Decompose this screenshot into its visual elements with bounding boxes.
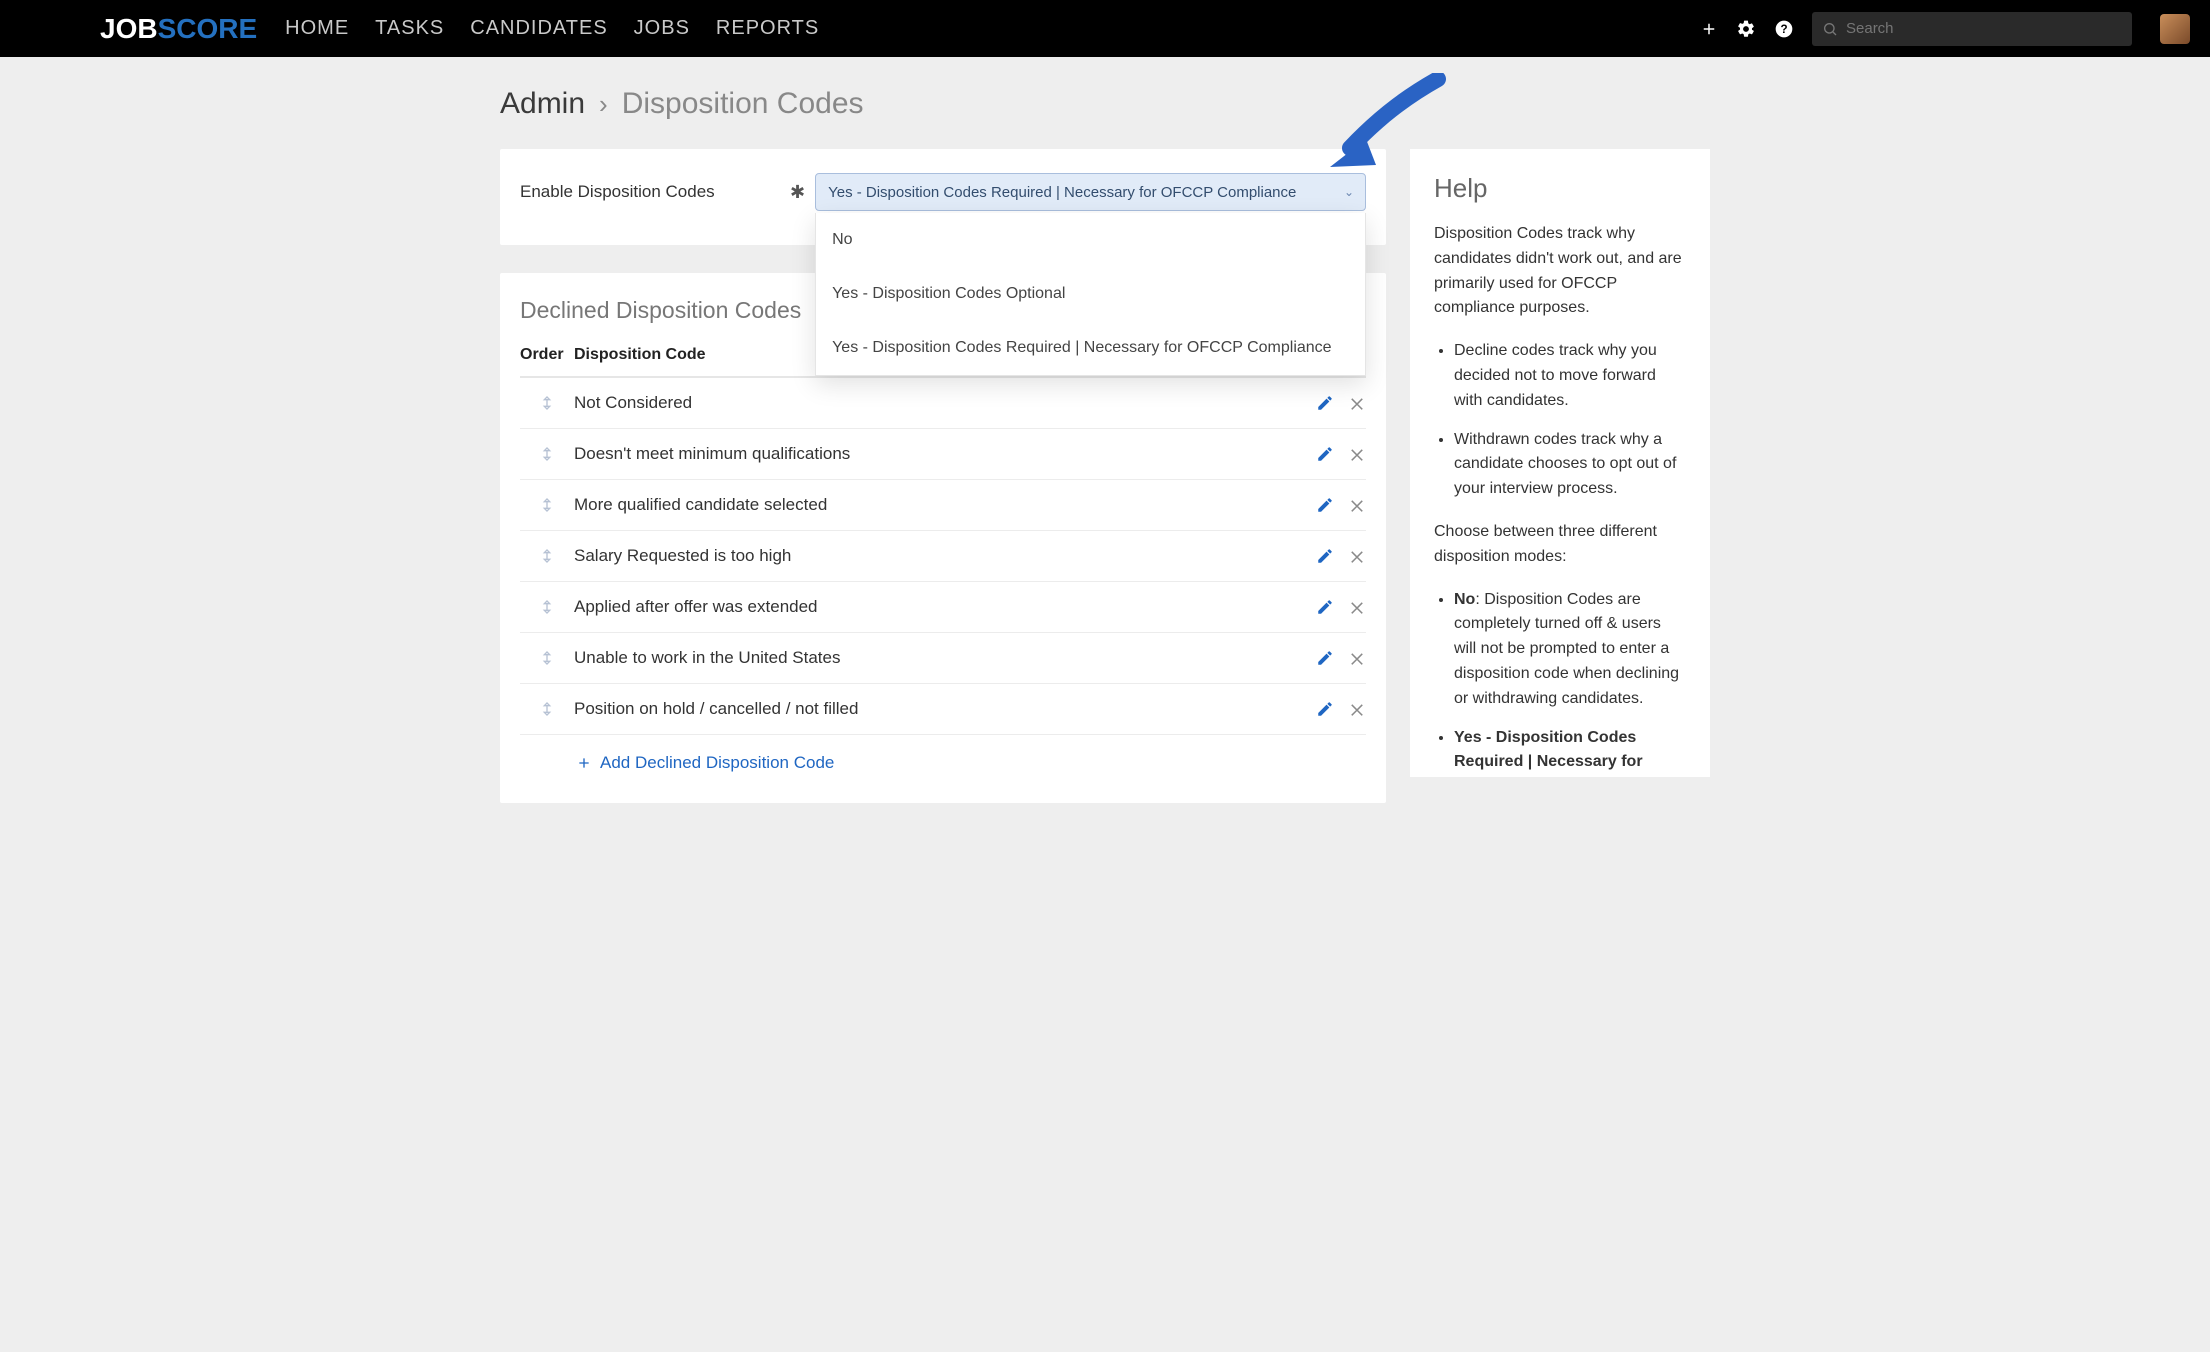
enable-card: Enable Disposition Codes ✱ Yes - Disposi…: [500, 149, 1386, 245]
disposition-code-label: Doesn't meet minimum qualifications: [574, 444, 1286, 464]
logo-score: SCORE: [158, 13, 258, 44]
edit-icon[interactable]: [1316, 394, 1334, 412]
drag-handle-icon[interactable]: [520, 444, 574, 464]
drag-handle-icon[interactable]: [520, 393, 574, 413]
table-row: Doesn't meet minimum qualifications: [520, 429, 1366, 480]
disposition-code-label: Unable to work in the United States: [574, 648, 1286, 668]
logo-job: JOB: [100, 13, 158, 44]
avatar[interactable]: [2160, 14, 2190, 44]
delete-icon[interactable]: [1348, 598, 1366, 616]
edit-icon[interactable]: [1316, 547, 1334, 565]
delete-icon[interactable]: [1348, 445, 1366, 463]
plus-icon[interactable]: [1700, 20, 1718, 38]
disposition-code-label: Position on hold / cancelled / not fille…: [574, 699, 1286, 719]
delete-icon[interactable]: [1348, 496, 1366, 514]
delete-icon[interactable]: [1348, 547, 1366, 565]
required-star-icon: ✱: [790, 182, 805, 203]
drag-handle-icon[interactable]: [520, 495, 574, 515]
chevron-down-icon: ⌄: [1344, 185, 1354, 199]
enable-option-optional[interactable]: Yes - Disposition Codes Optional: [816, 267, 1365, 321]
search-box[interactable]: [1812, 12, 2132, 46]
edit-icon[interactable]: [1316, 598, 1334, 616]
help-bullet-withdrawn: Withdrawn codes track why a candidate ch…: [1454, 428, 1686, 502]
help-mode-required: Yes - Disposition Codes Required | Neces…: [1454, 726, 1686, 777]
topbar: JOBSCORE HOME TASKS CANDIDATES JOBS REPO…: [0, 0, 2210, 57]
drag-handle-icon[interactable]: [520, 597, 574, 617]
drag-handle-icon[interactable]: [520, 648, 574, 668]
search-input[interactable]: [1846, 20, 2122, 37]
disposition-code-label: Applied after offer was extended: [574, 597, 1286, 617]
table-row: Position on hold / cancelled / not fille…: [520, 684, 1366, 735]
help-mode-no: No: Disposition Codes are completely tur…: [1454, 588, 1686, 712]
delete-icon[interactable]: [1348, 394, 1366, 412]
help-mode-no-text: : Disposition Codes are completely turne…: [1454, 591, 1679, 707]
help-mode-no-label: No: [1454, 591, 1475, 608]
help-icon[interactable]: ?: [1774, 19, 1794, 39]
nav-reports[interactable]: REPORTS: [716, 17, 819, 40]
help-mode-req-label: Yes - Disposition Codes Required | Neces…: [1454, 729, 1643, 777]
enable-option-required[interactable]: Yes - Disposition Codes Required | Neces…: [816, 321, 1365, 375]
help-panel: Help Disposition Codes track why candida…: [1410, 149, 1710, 777]
edit-icon[interactable]: [1316, 445, 1334, 463]
col-header-order: Order: [520, 346, 574, 364]
disposition-code-label: More qualified candidate selected: [574, 495, 1286, 515]
enable-select-value: Yes - Disposition Codes Required | Neces…: [828, 184, 1296, 201]
disposition-code-label: Salary Requested is too high: [574, 546, 1286, 566]
nav-tasks[interactable]: TASKS: [375, 17, 444, 40]
help-bullet-decline: Decline codes track why you decided not …: [1454, 339, 1686, 413]
table-row: More qualified candidate selected: [520, 480, 1366, 531]
nav-jobs[interactable]: JOBS: [634, 17, 690, 40]
delete-icon[interactable]: [1348, 649, 1366, 667]
breadcrumb: Admin › Disposition Codes: [500, 87, 1710, 121]
plus-icon: [576, 755, 592, 771]
main-nav: HOME TASKS CANDIDATES JOBS REPORTS: [285, 17, 819, 40]
add-declined-label: Add Declined Disposition Code: [600, 753, 834, 773]
edit-icon[interactable]: [1316, 649, 1334, 667]
enable-option-no[interactable]: No: [816, 213, 1365, 267]
drag-handle-icon[interactable]: [520, 699, 574, 719]
chevron-right-icon: ›: [599, 89, 608, 120]
enable-select[interactable]: Yes - Disposition Codes Required | Neces…: [815, 173, 1366, 211]
table-row: Not Considered: [520, 378, 1366, 429]
table-row: Salary Requested is too high: [520, 531, 1366, 582]
help-choose: Choose between three different dispositi…: [1434, 520, 1686, 570]
table-row: Unable to work in the United States: [520, 633, 1366, 684]
nav-candidates[interactable]: CANDIDATES: [470, 17, 607, 40]
drag-handle-icon[interactable]: [520, 546, 574, 566]
page-title: Disposition Codes: [622, 87, 864, 121]
enable-label: Enable Disposition Codes: [520, 182, 790, 202]
logo[interactable]: JOBSCORE: [100, 13, 257, 45]
edit-icon[interactable]: [1316, 700, 1334, 718]
nav-home[interactable]: HOME: [285, 17, 349, 40]
help-intro: Disposition Codes track why candidates d…: [1434, 222, 1686, 321]
breadcrumb-root[interactable]: Admin: [500, 87, 585, 121]
enable-dropdown: No Yes - Disposition Codes Optional Yes …: [815, 213, 1366, 376]
disposition-code-label: Not Considered: [574, 393, 1286, 413]
delete-icon[interactable]: [1348, 700, 1366, 718]
edit-icon[interactable]: [1316, 496, 1334, 514]
add-declined-button[interactable]: Add Declined Disposition Code: [520, 735, 1366, 773]
svg-text:?: ?: [1780, 23, 1787, 36]
topbar-right: ?: [1700, 12, 2190, 46]
table-row: Applied after offer was extended: [520, 582, 1366, 633]
help-title: Help: [1434, 173, 1686, 204]
search-icon: [1822, 21, 1838, 37]
gear-icon[interactable]: [1736, 19, 1756, 39]
